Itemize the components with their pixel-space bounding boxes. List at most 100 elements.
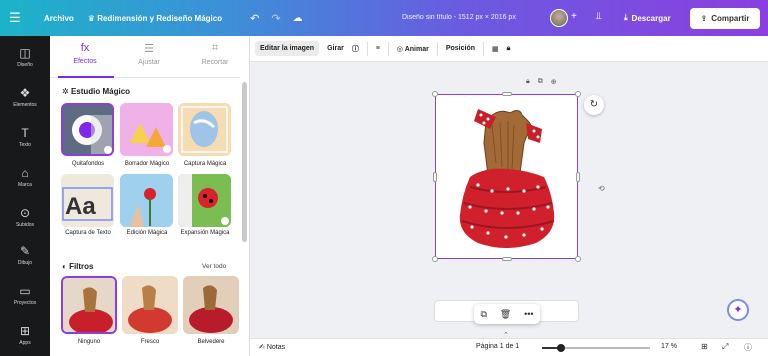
folder-icon: ▭: [19, 284, 31, 298]
more-icon[interactable]: •••: [524, 309, 533, 319]
copy-icon[interactable]: ⧉: [480, 309, 486, 320]
context-menu: ⧉ 🗑︎ •••: [474, 304, 540, 324]
edit-image-button[interactable]: Editar la imagen: [255, 41, 320, 56]
share-icon: ⇪: [700, 14, 708, 23]
tool-label: Quitafondos: [71, 161, 105, 167]
filter-preview-image: [183, 276, 239, 334]
lines-icon[interactable]: ≡: [376, 45, 380, 52]
filter-preview-image: [122, 276, 178, 334]
tool-magic-edit[interactable]: [120, 174, 173, 227]
grid-view-icon[interactable]: ⊞: [701, 342, 708, 351]
position-button[interactable]: Posición: [446, 45, 475, 52]
rail-item-elements[interactable]: ❖ Elementos: [0, 86, 50, 108]
tool-background-remover[interactable]: [61, 103, 114, 156]
add-page-icon[interactable]: ⊕: [551, 78, 557, 86]
add-collaborator-icon[interactable]: +: [571, 11, 577, 22]
resize-handle-right[interactable]: [576, 172, 580, 182]
duplicate-icon[interactable]: ⧉: [538, 78, 543, 86]
resize-handle-bottom-left[interactable]: [432, 256, 438, 262]
rail-item-brand[interactable]: ⌂ Marca: [0, 166, 50, 188]
avatar[interactable]: [550, 9, 568, 27]
tab-crop[interactable]: ⌗ Recortar: [184, 42, 246, 66]
tool-label: Borrador Mágico: [124, 161, 170, 167]
bottom-bar: ✍ Notas Página 1 de 1 17 % ⊞ ⤢ ⓘ: [250, 338, 768, 356]
redo-icon[interactable]: ↷: [271, 12, 280, 25]
tool-magic-eraser[interactable]: [120, 103, 173, 156]
notes-label: Notas: [266, 344, 286, 351]
lock-icon[interactable]: 🔒︎: [526, 78, 530, 86]
hamburger-icon[interactable]: ☰: [0, 10, 30, 26]
resize-handle-top-right[interactable]: [575, 91, 581, 97]
zoom-slider-knob[interactable]: [557, 344, 565, 352]
resize-handle-left[interactable]: [433, 172, 437, 182]
resize-label: Redimensión y Rediseño Mágico: [97, 13, 223, 23]
page-indicator[interactable]: Página 1 de 1: [476, 343, 519, 350]
draw-icon: ✎: [19, 244, 31, 258]
filters-label: Filtros: [69, 262, 94, 271]
zoom-level[interactable]: 17 %: [661, 343, 677, 350]
flamenco-dress-image[interactable]: [436, 95, 576, 257]
document-title[interactable]: Diseño sin título - 1512 px × 2016 px: [402, 14, 516, 21]
fx-icon: fx: [80, 42, 90, 54]
rotate-icon[interactable]: ↻: [584, 95, 604, 115]
magic-studio-label: Estudio Mágico: [70, 87, 131, 96]
rail-item-draw[interactable]: ✎ Dibujo: [0, 244, 50, 266]
tab-label: Ajustar: [138, 59, 160, 66]
tool-grab-text[interactable]: Aa: [61, 174, 114, 227]
animate-label: Animar: [404, 45, 429, 53]
resize-menu[interactable]: ♛ Redimensión y Rediseño Mágico: [88, 14, 222, 23]
download-button[interactable]: ⤓ Descargar: [618, 8, 677, 28]
divider: [387, 41, 389, 56]
help-icon[interactable]: ⓘ: [744, 342, 752, 353]
resize-handle-bottom[interactable]: [502, 257, 512, 261]
cloud-save-icon[interactable]: ☁: [293, 13, 303, 24]
zoom-slider[interactable]: [542, 344, 650, 352]
rail-item-projects[interactable]: ▭ Proyectos: [0, 284, 50, 306]
flip-button[interactable]: Girar: [327, 45, 344, 52]
stats-icon[interactable]: ⫫: [596, 11, 602, 22]
filter-icon: ◐: [62, 262, 70, 271]
fullscreen-icon[interactable]: ⤢: [722, 342, 728, 352]
filter-belvedere[interactable]: [183, 276, 239, 334]
brand-icon: ⌂: [21, 166, 29, 180]
rail-item-text[interactable]: T Texto: [0, 126, 50, 148]
magic-assistant-icon[interactable]: ✦: [727, 299, 749, 321]
magic-studio-title: ✲ Estudio Mágico: [62, 87, 130, 96]
filters-title: ◐ Filtros: [62, 262, 94, 271]
download-icon: ⤓: [624, 13, 628, 22]
share-button[interactable]: ⇪ Compartir: [690, 8, 760, 29]
animate-button[interactable]: ◎ Animar: [397, 45, 429, 53]
tool-label: Edición Mágica: [126, 230, 168, 236]
tab-effects[interactable]: fx Efectos: [54, 42, 116, 65]
see-all-link[interactable]: Ver todo: [202, 263, 226, 270]
rail-item-apps[interactable]: ⊞ Apps: [0, 324, 50, 346]
page-actions: 🔒︎ ⧉ ⊕: [526, 78, 557, 86]
divider: [483, 41, 485, 56]
rail-label: Elementos: [13, 102, 37, 108]
design-page[interactable]: [435, 94, 578, 259]
rail-label: Dibujo: [17, 260, 33, 266]
resize-handle-top[interactable]: [502, 92, 512, 96]
lock-icon[interactable]: 🔒︎: [507, 45, 511, 53]
notes-button[interactable]: ✍ Notas: [259, 343, 285, 351]
panel-tabs: fx Efectos ☰ Ajustar ⌗ Recortar: [50, 36, 240, 78]
info-icon[interactable]: ⓘ: [352, 44, 359, 54]
resize-handle-top-left[interactable]: [432, 91, 438, 97]
filter-none[interactable]: [61, 276, 117, 334]
page-rotate-icon[interactable]: ⟲: [598, 184, 605, 193]
layout-icon: ◫: [19, 46, 31, 60]
panel-scrollbar[interactable]: [242, 82, 247, 242]
rail-item-uploads[interactable]: ⊙ Subidos: [0, 206, 50, 228]
divider: [366, 41, 368, 56]
tab-adjust[interactable]: ☰ Ajustar: [118, 42, 180, 66]
resize-handle-bottom-right[interactable]: [575, 256, 581, 262]
undo-icon[interactable]: ↶: [250, 12, 259, 25]
tool-magic-grab[interactable]: [178, 103, 231, 156]
transparency-icon[interactable]: ▦: [492, 45, 499, 53]
filter-fresco[interactable]: [122, 276, 178, 334]
file-menu[interactable]: Archivo: [44, 14, 74, 23]
tool-magic-expand[interactable]: [178, 174, 231, 227]
trash-icon[interactable]: 🗑︎: [500, 309, 511, 320]
filter-label: Ninguno: [77, 339, 101, 345]
rail-item-design[interactable]: ◫ Diseño: [0, 46, 50, 68]
